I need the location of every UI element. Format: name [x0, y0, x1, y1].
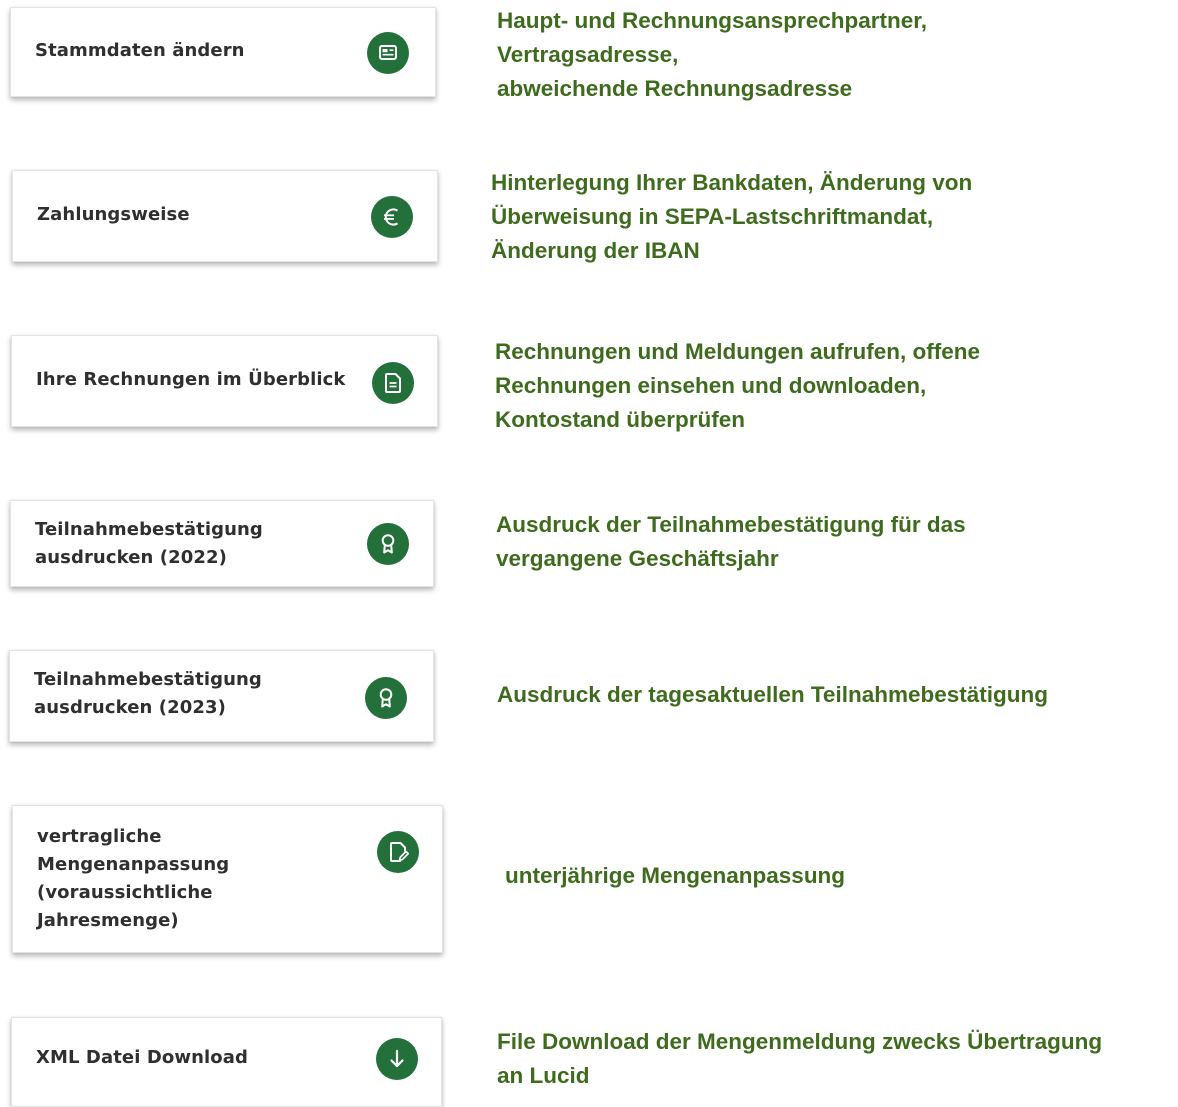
edit-document-icon: [377, 831, 419, 873]
card-label-stammdaten: Stammdaten ändern: [35, 40, 245, 61]
document-icon: [372, 362, 414, 404]
card-label-zahlungsweise: Zahlungsweise: [37, 204, 190, 225]
euro-icon: [371, 196, 413, 238]
description-rechnungen: Rechnungen und Meldungen aufrufen, offen…: [495, 339, 980, 432]
description-stammdaten: Haupt- und Rechnungsansprechpartner, Ver…: [497, 8, 928, 101]
description-mengenanpassung: unterjährige Mengenanpassung: [505, 863, 846, 888]
card-teilnahmebestaetigung-2023[interactable]: Teilnahmebestätigung ausdrucken (2023): [9, 650, 434, 742]
card-xml-datei-download[interactable]: XML Datei Download: [11, 1017, 442, 1107]
card-stammdaten-aendern[interactable]: Stammdaten ändern: [10, 7, 436, 97]
card-teilnahmebestaetigung-2022[interactable]: Teilnahmebestätigung ausdrucken (2022): [10, 500, 434, 587]
award-icon: [365, 677, 407, 719]
card-label-xml-download: XML Datei Download: [36, 1047, 248, 1068]
award-icon: [367, 523, 409, 565]
description-zahlungsweise: Hinterlegung Ihrer Bankdaten, Änderung v…: [491, 170, 973, 263]
description-xml-download: File Download der Mengenmeldung zwecks Ü…: [497, 1029, 1103, 1088]
card-zahlungsweise[interactable]: Zahlungsweise: [12, 170, 438, 262]
download-arrow-icon: [376, 1038, 418, 1080]
card-label-rechnungen: Ihre Rechnungen im Überblick: [36, 369, 346, 390]
description-teilnahme-2022: Ausdruck der Teilnahmebestätigung für da…: [496, 512, 966, 571]
card-label-teilnahme-2023: Teilnahmebestätigung ausdrucken (2023): [34, 669, 262, 718]
card-vertragliche-mengenanpassung[interactable]: vertragliche Mengenanpassung (voraussich…: [12, 805, 443, 953]
card-rechnungen-ueberblick[interactable]: Ihre Rechnungen im Überblick: [11, 335, 438, 427]
card-label-mengenanpassung: vertragliche Mengenanpassung (voraussich…: [37, 826, 230, 931]
card-label-teilnahme-2022: Teilnahmebestätigung ausdrucken (2022): [35, 519, 263, 568]
id-card-icon: [367, 32, 409, 74]
description-teilnahme-2023: Ausdruck der tagesaktuellen Teilnahmebes…: [497, 682, 1048, 707]
